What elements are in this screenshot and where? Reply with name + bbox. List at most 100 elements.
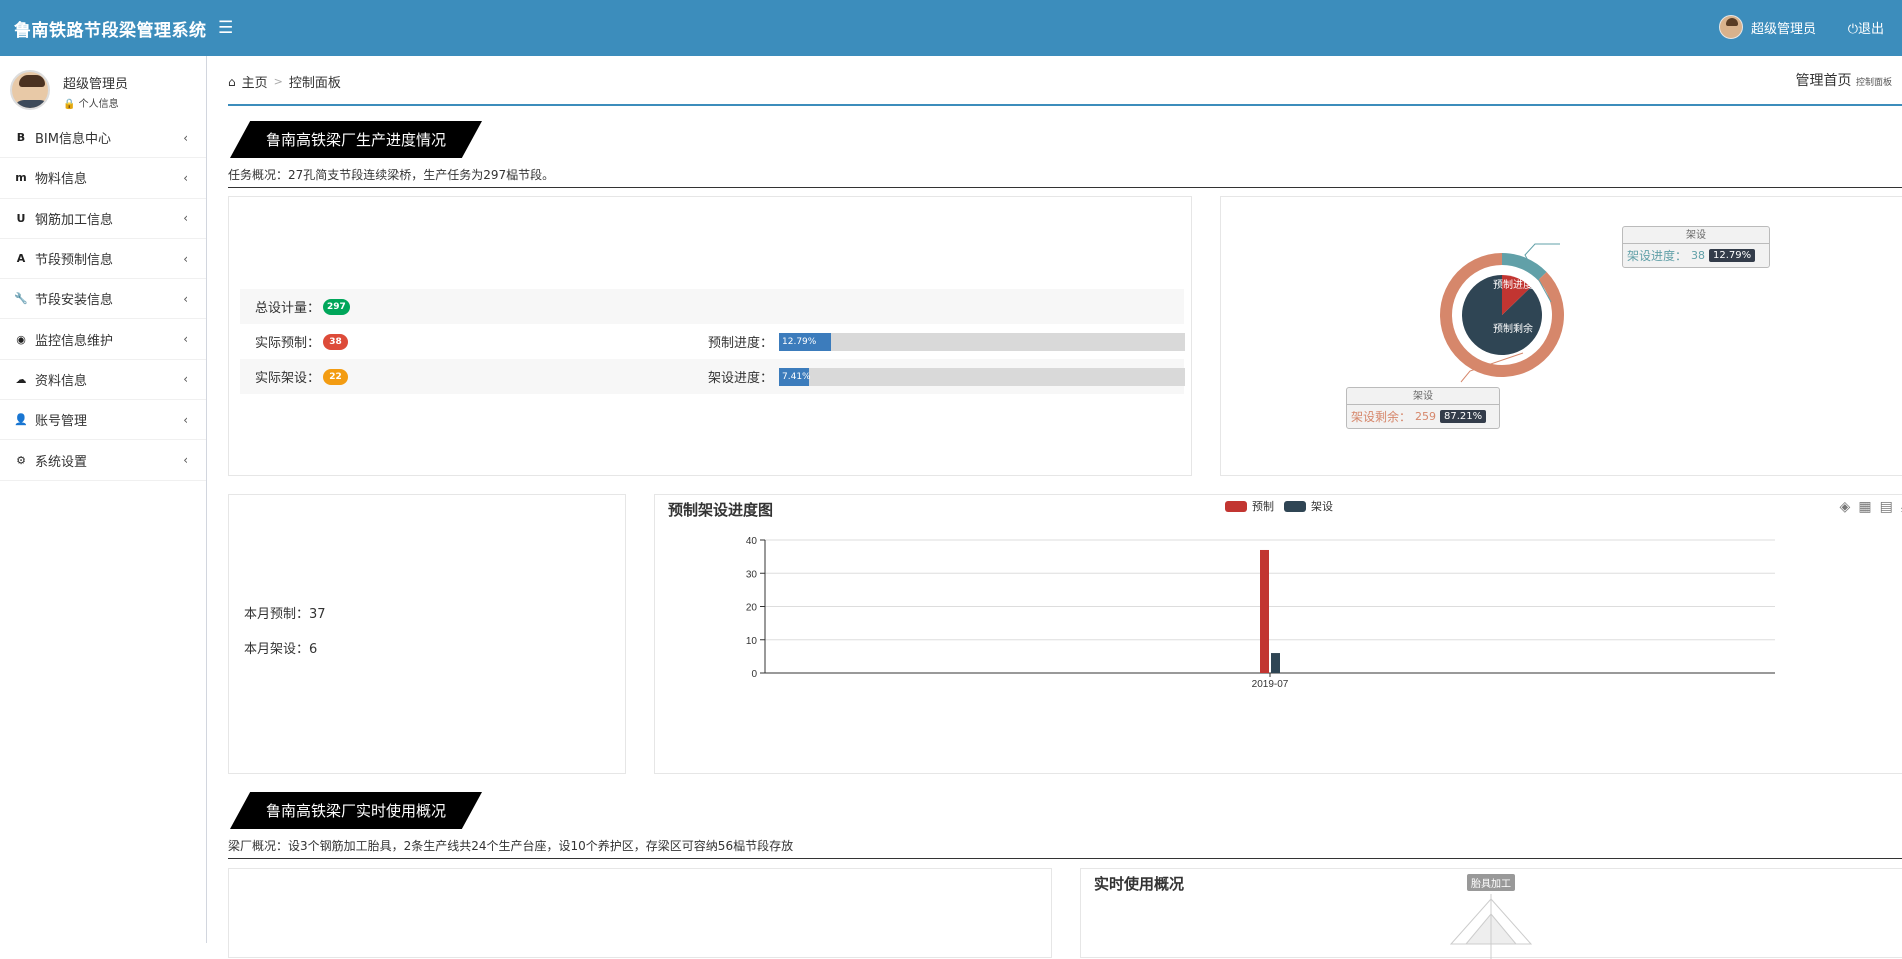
stat-row-total: 总设计量： 297 [240,289,1184,324]
breadcrumb-home[interactable]: 主页 [242,72,268,91]
section-production-desc: 任务概况：27孔简支节段连续梁桥，生产任务为297榀节段。 [228,168,555,182]
sidebar-item-label: 物料信息 [35,172,88,188]
bold-b-icon: B [16,131,26,145]
section-production-title: 鲁南高铁梁厂生产进度情况 [230,121,482,158]
cog-icon: ⚙ [16,453,26,467]
sidebar-user-name: 超级管理员 [63,77,129,92]
tooltip-bottom-head: 架设 [1347,388,1499,405]
stat-row-precast: 实际预制： 38 预制进度： 12.79% [240,324,1185,359]
power-icon: ⏻ [1847,22,1858,37]
section-usage-divider [228,858,1902,859]
precast-label: 实际预制： [255,336,321,351]
month-stats-panel: 本月预制：37 本月架设：6 [228,494,626,774]
page-title: 管理首页 控制面板 [1796,70,1892,90]
user-plus-icon: 👤 [14,413,28,427]
donut-inner-remain-label: 预制剩余 [1493,322,1533,335]
sidebar-item-4[interactable]: 🔧 节段安装信息 ‹ [0,279,206,320]
tooltip-erect-remain: 架设 架设剩余： 259 87.21% [1346,387,1500,429]
donut-group [1440,253,1564,377]
app-title[interactable]: 鲁南铁路节段梁管理系统 [14,16,207,41]
y-tick-label: 40 [746,536,758,547]
sidebar-item-1[interactable]: m 物料信息 ‹ [0,158,206,199]
erect-label: 实际架设： [255,371,321,386]
bar-chart-svg: 0 10 20 30 40 2019-07 [746,536,1775,690]
logout-label: 退出 [1857,22,1884,37]
chevron-left-icon: ‹ [183,453,188,468]
stat-row-erect: 实际架设： 22 架设进度： 7.41% [240,359,1185,394]
chevron-left-icon: ‹ [183,291,188,306]
top-user-menu[interactable]: 超级管理员 [1718,15,1816,39]
precast-progress-bar: 12.79% [779,332,1185,351]
total-badge: 297 [323,298,350,315]
page-subtitle: 控制面板 [1855,78,1892,88]
road-icon: A [16,252,26,266]
home-icon: ⌂ [228,74,236,89]
donut-inner-done-label: 预制进度 [1493,278,1533,291]
bar-预制[interactable] [1260,549,1269,673]
bar-chart-panel: 预制架设进度图 预制 架设 ◈ ▦ ▤ ⤓ 0102030402019-07 [654,494,1902,774]
precast-progress-label: 预制进度： [708,336,774,351]
chevron-left-icon: ‹ [183,211,188,226]
user-panel: 超级管理员 🔒 个人信息 [0,56,206,118]
chevron-left-icon: ‹ [183,372,188,387]
month-erect-value: 6 [309,642,318,657]
precast-badge: 38 [323,333,349,350]
sidebar-toggle-icon[interactable]: ☰ [218,18,233,38]
sidebar-item-5[interactable]: ◉ 监控信息维护 ‹ [0,319,206,360]
breadcrumb-current: 控制面板 [288,76,341,91]
y-tick-label: 20 [746,603,758,614]
lock-icon: 🔒 [63,99,76,110]
tooltip-top-body: 架设进度： 38 12.79% [1623,244,1769,267]
top-navbar: 鲁南铁路节段梁管理系统 ☰ 超级管理员 ⏻退出 [0,0,1902,56]
tooltip-top-pct: 12.79% [1709,249,1756,262]
podcast-icon: ◉ [16,332,26,346]
chevron-left-icon: ‹ [183,170,188,185]
sidebar-item-label: 钢筋加工信息 [35,212,114,228]
medium-m-icon: m [15,171,27,185]
progress-donut-panel: 预制进度 预制剩余 架设 架设进度： 38 12.79% 架设 架设剩余： 25… [1220,196,1902,476]
tooltip-bottom-body: 架设剩余： 259 87.21% [1347,405,1499,428]
month-erect: 本月架设：6 [244,638,317,657]
sidebar-item-label: BIM信息中心 [35,132,111,148]
month-erect-label: 本月架设： [244,642,310,657]
chevron-left-icon: ‹ [183,251,188,266]
sidebar-item-2[interactable]: U 钢筋加工信息 ‹ [0,199,206,239]
breadcrumb-separator: > [273,75,283,88]
tooltip-erect-progress: 架设 架设进度： 38 12.79% [1622,226,1770,268]
sidebar-item-label: 系统设置 [35,454,88,470]
cloud-download-icon: ☁ [15,372,27,386]
tooltip-top-head: 架设 [1623,227,1769,244]
bar-架设[interactable] [1271,653,1280,673]
erect-badge: 22 [323,368,349,385]
erect-progress-bar: 7.41% [779,367,1185,386]
erect-progress-label: 架设进度： [708,371,774,386]
y-tick-label: 0 [751,669,757,680]
tooltip-top-value: 38 [1691,249,1706,262]
user-avatar [10,70,50,110]
tooltip-bottom-value: 259 [1415,410,1437,423]
sidebar-item-0[interactable]: B BIM信息中心 ‹ [0,118,206,159]
usage-radar-panel: 实时使用概况 胎具加工 [1080,868,1902,959]
sidebar-item-3[interactable]: A 节段预制信息 ‹ [0,239,206,280]
production-stats-panel: 总设计量： 297 实际预制： 38 预制进度： 12.79% 实际架设： 22… [228,196,1192,476]
sidebar-item-6[interactable]: ☁ 资料信息 ‹ [0,360,206,401]
section-usage-title: 鲁南高铁梁厂实时使用概况 [230,792,482,829]
y-tick-label: 10 [746,636,758,647]
section-usage-desc: 梁厂概况：设3个钢筋加工胎具，2条生产线共24个生产台座，设10个养护区，存梁区… [228,839,794,853]
radar-chart-svg [1449,894,1533,959]
main-content: ⌂ 主页 > 控制面板 管理首页 控制面板 鲁南高铁梁厂生产进度情况 任务概况：… [208,56,1902,959]
tooltip-top-label: 架设进度： [1627,249,1688,263]
sidebar-item-7[interactable]: 👤 账号管理 ‹ [0,400,206,441]
x-tick-label: 2019-07 [1252,679,1289,690]
erect-progress-fill: 7.41% [779,367,811,386]
sidebar-menu: B BIM信息中心 ‹ m 物料信息 ‹ U 钢筋加工信息 ‹ A 节段预制信息 ‹ 🔧 节段安装信息 ‹ ◉… [0,118,206,481]
sidebar: 超级管理员 🔒 个人信息 B BIM信息中心 ‹ m 物料信息 ‹ U 钢筋加工信息 ‹ A 节段预… [0,56,207,943]
total-label: 总设计量： [255,301,321,316]
usage-left-panel [228,868,1052,958]
avatar [1718,15,1743,39]
sidebar-item-8[interactable]: ⚙ 系统设置 ‹ [0,440,206,481]
logout-button[interactable]: ⏻退出 [1848,18,1884,37]
chevron-left-icon: ‹ [183,412,188,427]
precast-progress-fill: 12.79% [779,332,831,351]
profile-link[interactable]: 🔒 个人信息 [63,95,119,110]
